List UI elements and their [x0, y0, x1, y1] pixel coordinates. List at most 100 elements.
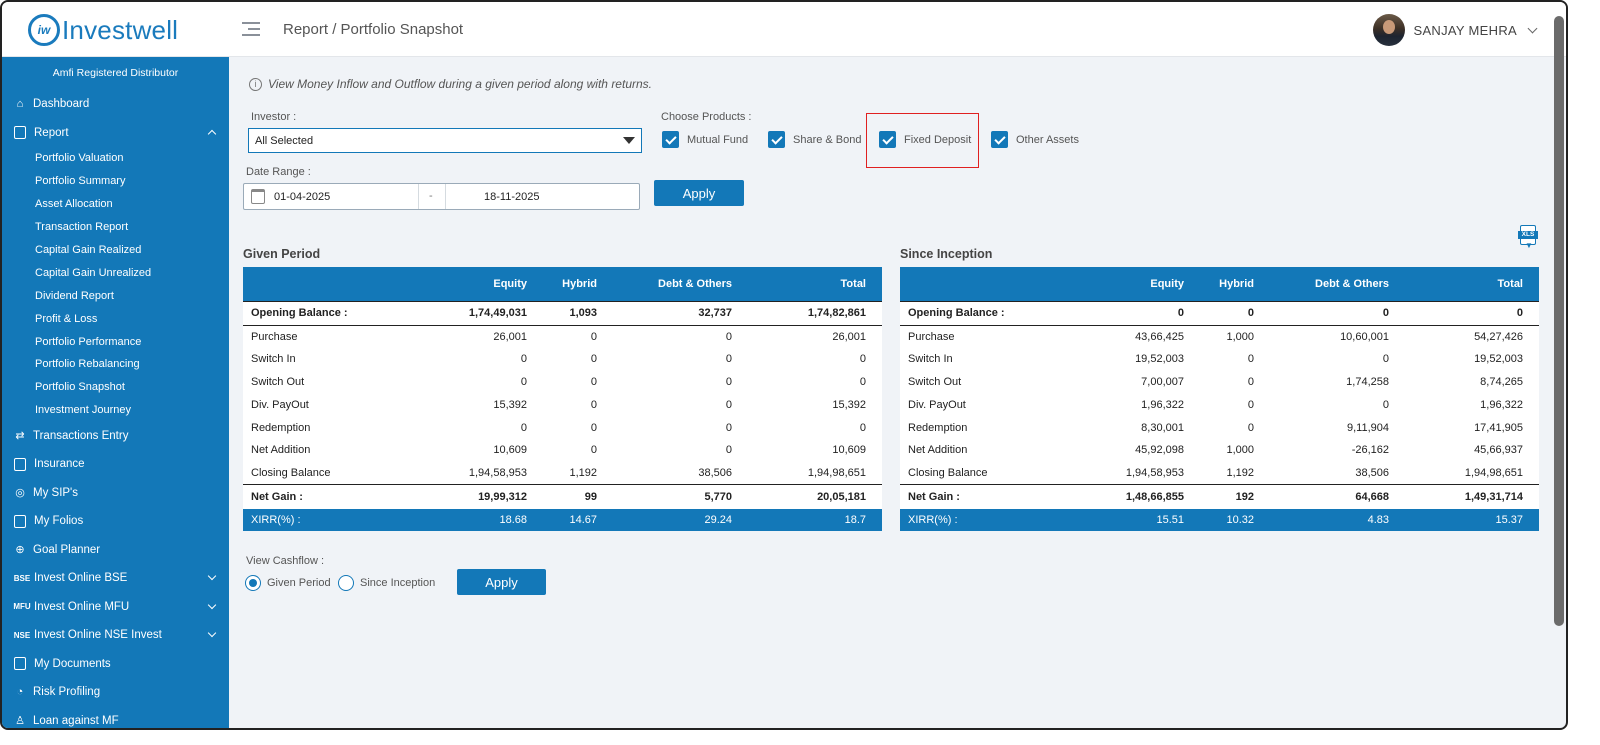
table-row: Switch Out 0 0 0 0 — [243, 371, 882, 394]
sidebar-item-my-documents[interactable]: My Documents — [2, 650, 229, 679]
table-header-row: Equity Hybrid Debt & Others Total — [243, 267, 882, 301]
checkmark-icon — [662, 131, 679, 148]
date-separator: - — [429, 190, 433, 202]
sidebar: Amfi Registered Distributor ⌂ Dashboard … — [2, 57, 229, 728]
table-cell: 0 — [725, 444, 732, 457]
table-cell: 192 — [1200, 484, 1270, 509]
info-message: i View Money Inflow and Outflow during a… — [249, 77, 652, 91]
date-range-picker[interactable]: 01-04-2025 - 18-11-2025 — [243, 183, 640, 210]
logo[interactable]: iw Investwell — [28, 14, 178, 46]
sidebar-subitem-capital-gain-unrealized[interactable]: Capital Gain Unrealized — [2, 261, 229, 284]
table-row: Opening Balance :1,74,49,031 1,093 32,737 1… — [243, 300, 882, 326]
sidebar-subitem-portfolio-snapshot[interactable]: Portfolio Snapshot — [2, 376, 229, 399]
checkbox-other-assets[interactable]: Other Assets — [991, 131, 1079, 148]
sidebar-subitem-investment-journey[interactable]: Investment Journey — [2, 399, 229, 422]
sidebar-item-invest-online-nse[interactable]: NSE Invest Online NSE Invest — [2, 621, 229, 650]
row-label: Purchase — [908, 330, 955, 343]
row-label: XIRR(%) : — [900, 508, 1050, 531]
column-header: Hybrid — [543, 267, 613, 301]
sidebar-subitem-portfolio-summary[interactable]: Portfolio Summary — [2, 170, 229, 193]
table-cell: 38,506 — [698, 466, 732, 479]
checkbox-label: Mutual Fund — [687, 133, 749, 146]
investor-select[interactable]: All Selected — [248, 128, 642, 153]
home-icon: ⌂ — [16, 98, 24, 111]
table-cell: 0 — [1382, 398, 1389, 411]
table-cell: 26,001 — [493, 330, 527, 343]
row-label: Switch Out — [251, 375, 305, 388]
sidebar-subitem-profit-loss[interactable]: Profit & Loss — [2, 307, 229, 330]
sidebar-item-invest-online-bse[interactable]: BSE Invest Online BSE — [2, 564, 229, 593]
sidebar-subitem-asset-allocation[interactable]: Asset Allocation — [2, 193, 229, 216]
sidebar-subitem-capital-gain-realized[interactable]: Capital Gain Realized — [2, 239, 229, 262]
table-cell: 1,000 — [1226, 444, 1254, 457]
sidebar-item-label: My Documents — [34, 657, 111, 670]
menu-toggle-icon[interactable] — [242, 22, 260, 38]
given-period-table: Equity Hybrid Debt & Others Total Opening Ba… — [243, 267, 882, 531]
app-window: iw Investwell Report / Portfolio Snapsho… — [0, 0, 1568, 730]
sidebar-item-label: My SIP's — [33, 486, 79, 499]
table-cell: 20,05,181 — [748, 484, 882, 509]
table-cell: 0 — [590, 421, 597, 434]
sidebar-subitem-dividend-report[interactable]: Dividend Report — [2, 284, 229, 307]
table-cell: 0 — [859, 353, 866, 366]
table-cell: 0 — [725, 375, 732, 388]
sidebar-subitem-portfolio-performance[interactable]: Portfolio Performance — [2, 330, 229, 353]
table-cell: 1,192 — [569, 466, 597, 479]
date-from[interactable]: 01-04-2025 — [274, 191, 330, 203]
checkbox-share-bond[interactable]: Share & Bond — [768, 131, 862, 148]
table-cell: 0 — [1247, 398, 1254, 411]
chevron-down-icon — [1527, 23, 1538, 33]
table-cell: 9,11,904 — [1346, 421, 1389, 434]
sidebar-subitem-portfolio-rebalancing[interactable]: Portfolio Rebalancing — [2, 353, 229, 376]
table-cell: 0 — [520, 421, 527, 434]
sidebar-subitem-portfolio-valuation[interactable]: Portfolio Valuation — [2, 147, 229, 170]
cashflow-apply-button[interactable]: Apply — [457, 569, 546, 595]
sidebar-item-label: Invest Online MFU — [34, 600, 130, 613]
sidebar-subitem-transaction-report[interactable]: Transaction Report — [2, 216, 229, 239]
sidebar-item-transactions-entry[interactable]: ⇄ Transactions Entry — [2, 422, 229, 451]
since-inception-table: Equity Hybrid Debt & Others Total Opening Ba… — [900, 267, 1539, 531]
table-row: Net Addition 45,92,098 1,000 -26,162 45,66,9… — [900, 439, 1539, 462]
radio-given-period[interactable]: Given Period — [245, 575, 331, 591]
sidebar-item-loan-against-mf[interactable]: ♙ Loan against MF — [2, 707, 229, 728]
table-cell: 1,000 — [1226, 330, 1254, 343]
table-cell: 10,609 — [832, 444, 866, 457]
scrollbar[interactable] — [1554, 16, 1564, 626]
xls-download-icon[interactable]: XLS ▼ — [1518, 225, 1538, 250]
table-row: Closing Balance 1,94,58,953 1,192 38,506 1,9… — [900, 462, 1539, 485]
sidebar-item-risk-profiling[interactable]: ◔ Risk Profiling — [2, 678, 229, 707]
column-header — [900, 267, 1050, 301]
checkbox-mutual-fund[interactable]: Mutual Fund — [662, 131, 748, 148]
chevron-down-icon — [207, 628, 217, 638]
checkbox-label: Share & Bond — [793, 133, 862, 146]
table-cell: 0 — [1247, 421, 1254, 434]
table-cell: 14.67 — [543, 508, 613, 531]
sidebar-item-report[interactable]: Report — [2, 119, 229, 148]
sidebar-item-insurance[interactable]: Insurance — [2, 450, 229, 479]
apply-button[interactable]: Apply — [654, 180, 744, 206]
table-cell: 0 — [859, 421, 866, 434]
user-menu[interactable]: SANJAY MEHRA — [1373, 14, 1538, 46]
sidebar-item-goal-planner[interactable]: ⊕ Goal Planner — [2, 536, 229, 565]
table-row: XIRR(%) :18.68 14.67 29.24 18.7 — [243, 508, 882, 531]
nse-icon: NSE — [13, 630, 31, 640]
sidebar-item-invest-online-mfu[interactable]: MFU Invest Online MFU — [2, 593, 229, 622]
sidebar-item-dashboard[interactable]: ⌂ Dashboard — [2, 90, 229, 119]
documents-icon — [14, 657, 26, 671]
table-cell: 0 — [725, 353, 732, 366]
main-content: i View Money Inflow and Outflow during a… — [229, 57, 1566, 728]
sidebar-item-my-sips[interactable]: ◎ My SIP's — [2, 479, 229, 508]
date-to[interactable]: 18-11-2025 — [484, 191, 539, 203]
highlight-box — [866, 113, 979, 168]
row-label: Closing Balance — [251, 466, 331, 479]
radio-since-inception[interactable]: Since Inception — [338, 575, 435, 591]
table-row: Net Gain :19,99,312 99 5,770 20,05,181 — [243, 484, 882, 509]
table-header-row: Equity Hybrid Debt & Others Total — [900, 267, 1539, 301]
sidebar-item-my-folios[interactable]: My Folios — [2, 507, 229, 536]
table-cell: 10,609 — [493, 444, 527, 457]
row-label: Opening Balance : — [900, 300, 1050, 326]
row-label: Div. PayOut — [251, 398, 309, 411]
table-cell: -26,162 — [1351, 444, 1389, 457]
table-cell: 0 — [1200, 300, 1270, 326]
mfu-icon: MFU — [13, 602, 31, 612]
